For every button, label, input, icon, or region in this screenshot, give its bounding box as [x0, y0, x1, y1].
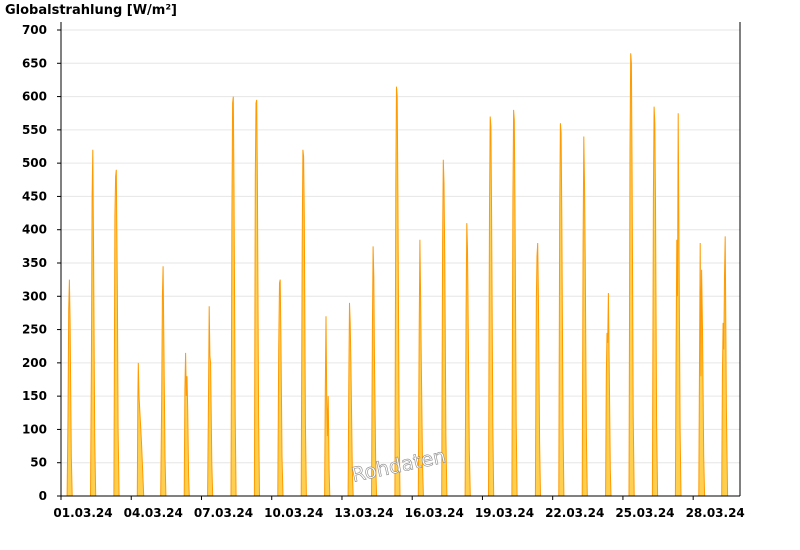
- x-tick-label: 22.03.24: [545, 506, 604, 520]
- y-tick-label: 600: [22, 90, 47, 104]
- y-tick-label: 100: [22, 422, 47, 436]
- x-tick-label: 10.03.24: [264, 506, 323, 520]
- y-tick-label: 50: [30, 456, 47, 470]
- y-tick-label: 700: [22, 23, 47, 37]
- y-tick-label: 650: [22, 56, 47, 70]
- y-tick-label: 300: [22, 289, 47, 303]
- x-tick-label: 19.03.24: [475, 506, 534, 520]
- y-tick-label: 250: [22, 323, 47, 337]
- y-tick-label: 550: [22, 123, 47, 137]
- y-tick-label: 400: [22, 223, 47, 237]
- x-tick-label: 07.03.24: [194, 506, 253, 520]
- x-tick-label: 28.03.24: [686, 506, 745, 520]
- y-tick-label: 200: [22, 356, 47, 370]
- x-tick-label: 04.03.24: [124, 506, 183, 520]
- y-tick-label: 0: [39, 489, 47, 503]
- chart-area: Globalstrahlung [W/m²] 0 50 100 150 200 250 30…: [5, 3, 745, 520]
- x-axis-ticks: 01.03.24 04.03.24 07.03.24 10.03.24 13.03.24…: [53, 496, 745, 520]
- y-tick-label: 150: [22, 389, 47, 403]
- y-tick-label: 450: [22, 189, 47, 203]
- y-axis-title: Globalstrahlung [W/m²]: [5, 3, 177, 18]
- y-axis-ticks: 0 50 100 150 200 250 300 350 400 450 500 550 600 650 7…: [22, 23, 61, 503]
- y-tick-label: 500: [22, 156, 47, 170]
- x-tick-label: 25.03.24: [615, 506, 674, 520]
- y-tick-label: 350: [22, 256, 47, 270]
- x-tick-label: 13.03.24: [334, 506, 393, 520]
- x-tick-label: 16.03.24: [405, 506, 464, 520]
- x-tick-label: 01.03.24: [53, 506, 112, 520]
